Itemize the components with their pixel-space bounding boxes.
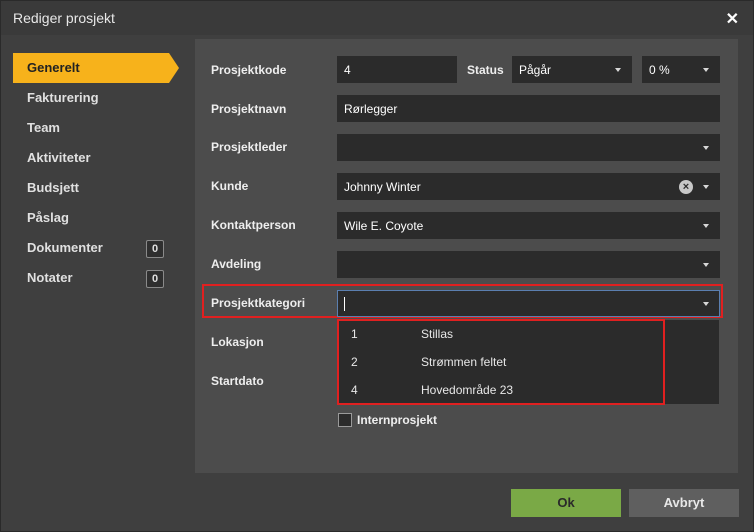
prosjektnavn-label: Prosjektnavn <box>211 102 287 116</box>
status-label: Status <box>467 63 504 77</box>
prosjektkategori-select[interactable] <box>337 290 720 317</box>
sidebar-item-budsjett[interactable]: Budsjett <box>13 173 178 203</box>
chevron-down-icon <box>615 68 621 72</box>
dropdown-highlight-box <box>337 319 665 405</box>
sidebar-item-label: Aktiviteter <box>27 150 91 165</box>
sidebar-item-generelt[interactable]: Generelt <box>13 53 179 83</box>
sidebar-item-fakturering[interactable]: Fakturering <box>13 83 178 113</box>
prosjektkode-value: 4 <box>344 63 351 77</box>
percent-value: 0 % <box>649 63 670 77</box>
chevron-down-icon <box>703 146 709 150</box>
chevron-down-icon <box>703 68 709 72</box>
kunde-label: Kunde <box>211 179 249 193</box>
kunde-select[interactable]: Johnny Winter × <box>337 173 720 200</box>
prosjektkategori-label: Prosjektkategori <box>211 296 306 310</box>
chevron-down-icon <box>703 263 709 267</box>
status-value: Pågår <box>519 63 552 77</box>
percent-select[interactable]: 0 % <box>642 56 720 83</box>
avdeling-select[interactable] <box>337 251 720 278</box>
sidebar-item-notater[interactable]: Notater 0 <box>13 263 178 293</box>
prosjektleder-label: Prosjektleder <box>211 140 288 154</box>
sidebar-item-aktiviteter[interactable]: Aktiviteter <box>13 143 178 173</box>
sidebar-item-label: Påslag <box>27 210 69 225</box>
chevron-down-icon <box>703 302 709 306</box>
sidebar-item-label: Generelt <box>27 60 80 75</box>
kontaktperson-value: Wile E. Coyote <box>344 219 424 233</box>
kontaktperson-select[interactable]: Wile E. Coyote <box>337 212 720 239</box>
count-badge: 0 <box>146 240 164 258</box>
sidebar-item-label: Notater <box>27 270 73 285</box>
form-panel: Prosjektkode 4 Status Pågår 0 % Prosjekt… <box>195 39 738 473</box>
lokasjon-label: Lokasjon <box>211 335 264 349</box>
sidebar-item-dokumenter[interactable]: Dokumenter 0 <box>13 233 178 263</box>
sidebar-nav: Generelt Fakturering Team Aktiviteter Bu… <box>13 53 179 293</box>
sidebar-item-paslag[interactable]: Påslag <box>13 203 178 233</box>
kontaktperson-label: Kontaktperson <box>211 218 296 232</box>
prosjektkode-input[interactable]: 4 <box>337 56 457 83</box>
startdato-label: Startdato <box>211 374 264 388</box>
dialog-title: Rediger prosjekt <box>13 10 115 26</box>
ok-button[interactable]: Ok <box>511 489 621 517</box>
clear-icon[interactable]: × <box>679 180 693 194</box>
sidebar-item-team[interactable]: Team <box>13 113 178 143</box>
sidebar-item-label: Team <box>27 120 60 135</box>
prosjektkode-label: Prosjektkode <box>211 63 287 77</box>
internprosjekt-checkbox[interactable] <box>338 413 352 427</box>
close-icon[interactable]: ✕ <box>726 9 739 29</box>
edit-project-dialog: Rediger prosjekt ✕ Generelt Fakturering … <box>0 0 754 532</box>
dialog-titlebar: Rediger prosjekt ✕ <box>1 1 753 35</box>
prosjektnavn-input[interactable]: Rørlegger <box>337 95 720 122</box>
kunde-value: Johnny Winter <box>344 180 421 194</box>
sidebar-item-label: Dokumenter <box>27 240 103 255</box>
chevron-down-icon <box>703 224 709 228</box>
sidebar-item-label: Budsjett <box>27 180 79 195</box>
prosjektnavn-value: Rørlegger <box>344 102 398 116</box>
chevron-down-icon <box>703 185 709 189</box>
text-cursor <box>344 297 345 311</box>
internprosjekt-label: Internprosjekt <box>357 413 438 427</box>
prosjektleder-select[interactable] <box>337 134 720 161</box>
count-badge: 0 <box>146 270 164 288</box>
status-select[interactable]: Pågår <box>512 56 632 83</box>
cancel-button[interactable]: Avbryt <box>629 489 739 517</box>
avdeling-label: Avdeling <box>211 257 262 271</box>
sidebar-item-label: Fakturering <box>27 90 99 105</box>
